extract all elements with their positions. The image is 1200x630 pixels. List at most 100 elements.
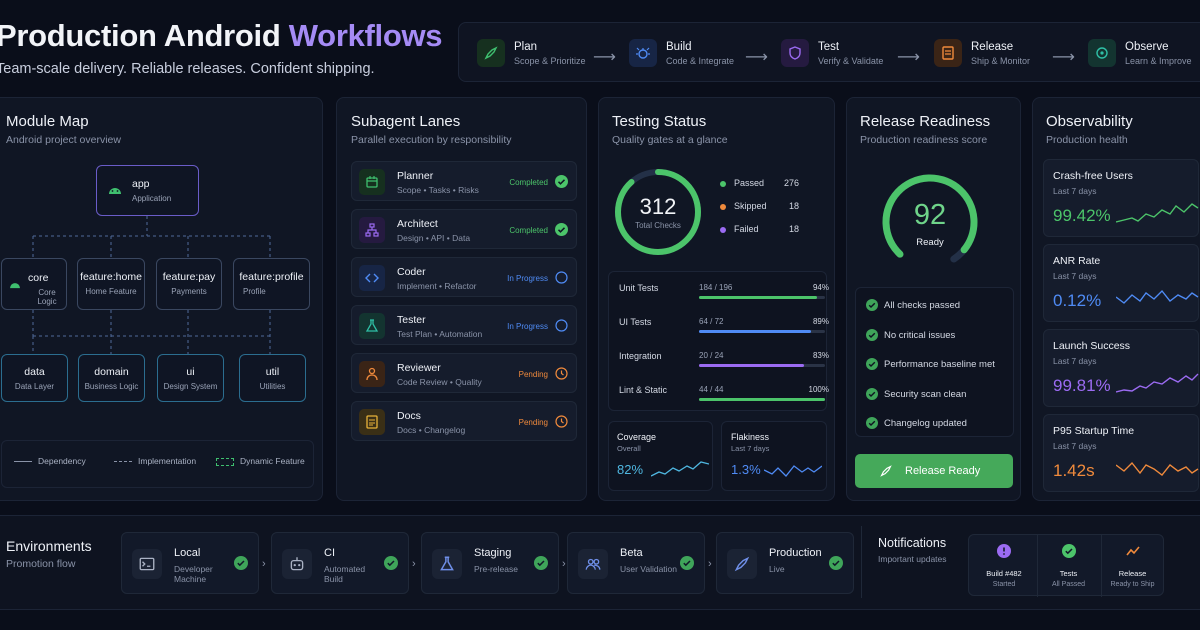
notification-release[interactable]: Release Ready to Ship bbox=[1101, 535, 1163, 597]
module-map-card: Module Map Android project overview app … bbox=[0, 97, 323, 501]
env-ci[interactable]: CI Automated Build bbox=[271, 532, 409, 594]
flask-icon bbox=[432, 549, 462, 579]
metric-sparkline bbox=[1115, 370, 1200, 401]
env-beta[interactable]: Beta User Validation bbox=[567, 532, 705, 594]
module-feature-home[interactable]: feature:home Home Feature bbox=[77, 258, 145, 310]
module-name: ui bbox=[186, 366, 195, 378]
pipeline-step-observe[interactable]: Observe Learn & Improve bbox=[1088, 37, 1192, 69]
module-name: feature:home bbox=[80, 271, 142, 283]
pipeline-step-build[interactable]: Build Code & Integrate bbox=[629, 37, 734, 69]
metric-sparkline bbox=[1115, 455, 1200, 486]
check-circle-icon bbox=[866, 417, 878, 432]
release-check-item: All checks passed bbox=[866, 296, 1018, 320]
step-name: Test bbox=[818, 40, 840, 53]
status-dot bbox=[720, 180, 726, 187]
suite-progress-fill bbox=[699, 364, 804, 367]
suite-progress-track bbox=[699, 364, 825, 367]
notification-build-482[interactable]: Build #482 Started bbox=[973, 535, 1035, 597]
title-accent: Workflows bbox=[288, 18, 443, 53]
metric-p95-startup-time[interactable]: P95 Startup Time Last 7 days 1.42s bbox=[1043, 414, 1199, 492]
metric-name: Crash-free Users bbox=[1053, 170, 1133, 182]
target-icon bbox=[1088, 39, 1116, 67]
env-name: CI bbox=[324, 547, 335, 559]
card-subtitle: Production readiness score bbox=[860, 134, 988, 146]
module-app[interactable]: app Application bbox=[96, 165, 199, 216]
coverage-sparkline bbox=[651, 461, 709, 477]
hierarchy-icon bbox=[359, 217, 385, 243]
count-label: Skipped bbox=[734, 201, 767, 211]
module-name: core bbox=[28, 272, 49, 284]
code-icon bbox=[359, 265, 385, 291]
lane-desc: Test Plan • Automation bbox=[397, 329, 483, 339]
lane-status: Pending bbox=[518, 370, 548, 379]
legend-label: Dependency bbox=[38, 456, 86, 466]
suite-percent: 89% bbox=[812, 317, 829, 326]
step-desc: Ship & Monitor bbox=[971, 55, 1031, 66]
metric-anr-rate[interactable]: ANR Rate Last 7 days 0.12% bbox=[1043, 244, 1199, 322]
person-icon bbox=[359, 361, 385, 387]
env-desc-line: Pre-release bbox=[474, 564, 518, 574]
lane-desc: Implement • Refactor bbox=[397, 281, 477, 291]
pipeline-step-test[interactable]: Test Verify & Validate bbox=[781, 37, 883, 69]
environments-bar: Environments Promotion flow Local Develop… bbox=[0, 515, 1200, 610]
suite-name: Integration bbox=[619, 351, 662, 361]
env-staging[interactable]: Staging Pre-release bbox=[421, 532, 559, 594]
lane-name: Reviewer bbox=[397, 362, 441, 374]
subagent-lanes-card: Subagent Lanes Parallel execution by res… bbox=[336, 97, 587, 501]
document-icon bbox=[359, 409, 385, 435]
env-desc-line: Build bbox=[324, 574, 343, 584]
lane-planner[interactable]: Planner Scope • Tasks • Risks Completed bbox=[351, 161, 577, 201]
release-ready-button[interactable]: Release Ready bbox=[855, 454, 1013, 488]
rocket-icon bbox=[879, 464, 893, 483]
release-button-label: Release Ready bbox=[905, 465, 981, 477]
pipeline-step-release[interactable]: Release Ship & Monitor bbox=[934, 37, 1030, 69]
module-core[interactable]: core Core Logic bbox=[1, 258, 67, 310]
metric-crash-free-users[interactable]: Crash-free Users Last 7 days 99.42% bbox=[1043, 159, 1199, 237]
step-desc: Learn & Improve bbox=[1125, 55, 1192, 66]
pipeline-step-plan[interactable]: Plan Scope & Prioritize bbox=[477, 37, 586, 69]
step-desc: Verify & Validate bbox=[818, 55, 884, 66]
module-legend: Dependency Implementation Dynamic Featur… bbox=[1, 440, 314, 488]
coverage-value: 82% bbox=[617, 462, 644, 477]
module-feature-profile[interactable]: feature:profile Profile bbox=[233, 258, 310, 310]
module-data[interactable]: data Data Layer bbox=[1, 354, 68, 402]
lane-docs[interactable]: Docs Docs • Changelog Pending bbox=[351, 401, 577, 441]
check-circle-icon bbox=[234, 556, 248, 570]
check-label: Performance baseline met bbox=[884, 359, 995, 370]
module-desc: Home Feature bbox=[85, 287, 137, 296]
release-check-item: Security scan clean bbox=[866, 385, 1018, 409]
lane-reviewer[interactable]: Reviewer Code Review • Quality Pending bbox=[351, 353, 577, 393]
module-desc: Utilities bbox=[259, 382, 286, 391]
metric-launch-success[interactable]: Launch Success Last 7 days 99.81% bbox=[1043, 329, 1199, 407]
check-circle-icon bbox=[384, 556, 398, 570]
module-domain[interactable]: domain Business Logic bbox=[78, 354, 145, 402]
legend-dynamic-feature: Dynamic Feature bbox=[216, 456, 305, 466]
lane-architect[interactable]: Architect Design • API • Data Completed bbox=[351, 209, 577, 249]
notification-tests[interactable]: Tests All Passed bbox=[1037, 535, 1099, 597]
android-icon bbox=[8, 276, 22, 294]
module-ui[interactable]: ui Design System bbox=[157, 354, 224, 402]
divider bbox=[861, 526, 862, 598]
module-util[interactable]: util Utilities bbox=[239, 354, 306, 402]
lane-tester[interactable]: Tester Test Plan • Automation In Progress bbox=[351, 305, 577, 345]
env-desc: Automated Build bbox=[324, 564, 365, 584]
flakiness-sub: Last 7 days bbox=[731, 444, 770, 453]
lane-status: In Progress bbox=[507, 322, 548, 331]
test-suite-row: Lint & Static 44 / 44 100% bbox=[619, 383, 829, 403]
module-desc: Design System bbox=[163, 382, 218, 391]
env-local[interactable]: Local Developer Machine bbox=[121, 532, 259, 594]
flask-icon bbox=[359, 313, 385, 339]
progress-circle-icon bbox=[555, 271, 568, 284]
card-title: Observability bbox=[1046, 113, 1133, 130]
module-feature-pay[interactable]: feature:pay Payments bbox=[156, 258, 222, 310]
test-suite-row: Integration 20 / 24 83% bbox=[619, 349, 829, 369]
lane-coder[interactable]: Coder Implement • Refactor In Progress bbox=[351, 257, 577, 297]
env-production[interactable]: Production Live bbox=[716, 532, 854, 594]
section-title: Environments bbox=[6, 538, 92, 554]
metric-period: Last 7 days bbox=[1053, 441, 1097, 451]
count-value: 18 bbox=[788, 224, 799, 234]
total-checks-label: Total Checks bbox=[635, 221, 681, 230]
metric-period: Last 7 days bbox=[1053, 356, 1097, 366]
env-desc: Live bbox=[769, 564, 785, 574]
module-desc: Data Layer bbox=[14, 382, 55, 391]
